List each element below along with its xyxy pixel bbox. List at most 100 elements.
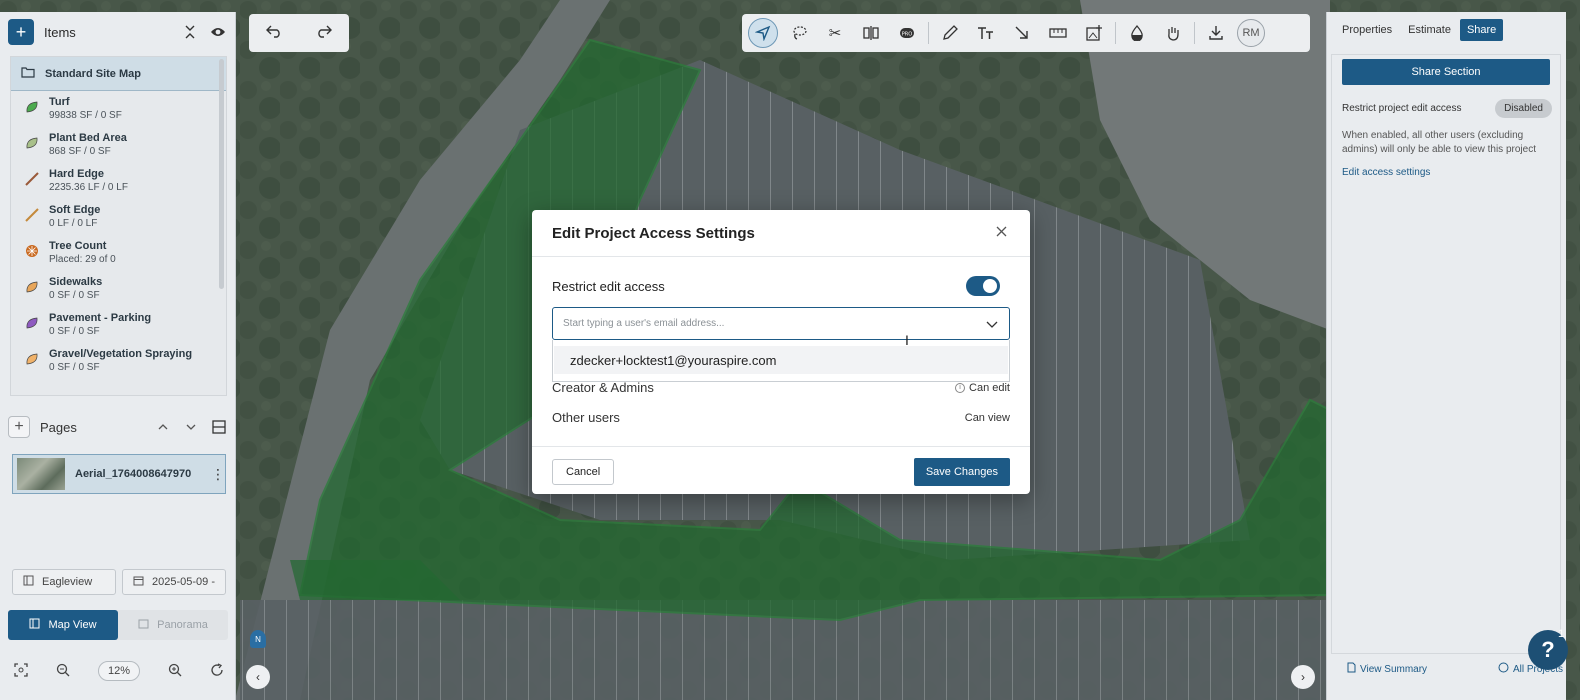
chevron-down-icon[interactable]	[985, 317, 999, 331]
more-options-icon[interactable]: ⋮	[211, 466, 225, 483]
user-avatar[interactable]: RM	[1237, 19, 1265, 47]
site-map-label: Standard Site Map	[45, 67, 141, 80]
panorama-button[interactable]: Panorama	[118, 610, 228, 640]
email-combobox[interactable]	[552, 307, 1010, 340]
list-item[interactable]: Sidewalks 0 SF / 0 SF	[11, 271, 226, 307]
plus-icon: +	[15, 21, 27, 42]
list-item[interactable]: Pavement - Parking 0 SF / 0 SF	[11, 307, 226, 343]
drawing-toolbar: ✂ PRO RM	[742, 14, 1310, 52]
rotate-icon[interactable]	[210, 662, 224, 680]
item-name: Soft Edge	[49, 204, 101, 216]
toolbar-divider	[1115, 22, 1116, 44]
creator-permission: i Can edit	[955, 382, 1010, 394]
imagery-source-button[interactable]: Eagleview	[12, 569, 116, 595]
email-input[interactable]	[563, 318, 985, 329]
ruler-icon[interactable]	[1043, 18, 1073, 48]
page-name: Aerial_1764008647970	[75, 468, 192, 480]
undo-icon[interactable]	[266, 24, 282, 43]
zoom-level[interactable]: 12%	[97, 661, 140, 681]
tab-share[interactable]: Share	[1459, 19, 1504, 41]
fit-screen-icon[interactable]	[14, 662, 28, 680]
select-tool-icon[interactable]	[748, 18, 778, 48]
imagery-date-button[interactable]: 2025-05-09 - 2	[122, 569, 226, 595]
item-shape-icon	[25, 240, 39, 261]
scissors-icon[interactable]: ✂	[820, 18, 850, 48]
map-view-button[interactable]: Map View	[8, 610, 118, 640]
item-name: Hard Edge	[49, 168, 105, 180]
other-permission-label: Can view	[964, 411, 1010, 424]
collapse-right-panel-button[interactable]: ›	[1291, 665, 1315, 689]
list-item[interactable]: Turf 99838 SF / 0 SF	[11, 91, 226, 127]
items-header: + Items	[0, 12, 235, 52]
restrict-edit-toggle[interactable]	[966, 276, 1000, 296]
item-measure: 2235.36 LF / 0 LF	[49, 182, 128, 193]
cancel-button[interactable]: Cancel	[552, 459, 615, 485]
download-icon[interactable]	[1201, 18, 1231, 48]
item-name: Tree Count	[49, 240, 107, 252]
items-title: Items	[44, 24, 76, 40]
restrict-label: Restrict project edit access	[1342, 103, 1462, 114]
zoom-out-icon[interactable]	[56, 663, 70, 680]
item-measure: Placed: 29 of 0	[49, 254, 116, 265]
list-item[interactable]: Hard Edge 2235.36 LF / 0 LF	[11, 163, 226, 199]
text-tool-icon[interactable]	[971, 18, 1001, 48]
map-view-label: Map View	[48, 619, 97, 631]
chevron-left-icon: ‹	[256, 670, 260, 684]
collapse-icon[interactable]	[181, 23, 199, 41]
item-name: Turf	[49, 96, 70, 108]
zoom-in-icon[interactable]	[168, 663, 182, 680]
add-image-icon[interactable]	[1079, 18, 1109, 48]
chevron-down-icon[interactable]	[182, 418, 200, 436]
lasso-tool-icon[interactable]	[784, 18, 814, 48]
pen-tool-icon[interactable]	[935, 18, 965, 48]
image-icon	[138, 619, 149, 632]
eye-icon[interactable]	[209, 23, 227, 41]
close-icon[interactable]	[992, 224, 1010, 242]
save-changes-button[interactable]: Save Changes	[913, 458, 1010, 486]
arrow-tool-icon[interactable]	[1007, 18, 1037, 48]
share-section-button[interactable]: Share Section	[1342, 59, 1550, 85]
other-permission-row: Other users Can view	[552, 410, 1010, 425]
map-icon	[29, 618, 40, 632]
item-text: Plant Bed Area 868 SF / 0 SF	[49, 132, 127, 158]
items-scrollbar[interactable]	[219, 59, 224, 289]
item-name: Pavement - Parking	[49, 312, 152, 324]
view-summary-label: View Summary	[1360, 663, 1428, 675]
item-text: Turf 99838 SF / 0 SF	[49, 96, 122, 122]
split-icon[interactable]	[856, 18, 886, 48]
edit-access-dialog: Edit Project Access Settings Restrict ed…	[532, 210, 1030, 494]
email-suggestions: zdecker+locktest1@youraspire.com	[552, 340, 1010, 382]
edit-access-link[interactable]: Edit access settings	[1342, 167, 1430, 178]
pro-ai-tool-icon[interactable]: PRO	[892, 18, 922, 48]
info-icon[interactable]: i	[955, 382, 966, 393]
dialog-footer: Cancel Save Changes	[532, 446, 1030, 494]
list-item[interactable]: Soft Edge 0 LF / 0 LF	[11, 199, 226, 235]
fill-icon[interactable]	[1122, 18, 1152, 48]
restrict-edit-row: Restrict edit access	[552, 276, 1000, 296]
email-suggestion-item[interactable]: zdecker+locktest1@youraspire.com	[554, 346, 1008, 374]
add-item-button[interactable]: +	[8, 19, 34, 45]
items-list[interactable]: Standard Site Map Turf 99838 SF / 0 SF P…	[10, 56, 227, 396]
site-map-header[interactable]: Standard Site Map	[11, 57, 226, 91]
plus-icon: +	[14, 418, 24, 435]
add-page-button[interactable]: +	[8, 416, 30, 438]
tab-estimate[interactable]: Estimate	[1401, 19, 1458, 41]
chevron-up-icon[interactable]	[154, 418, 172, 436]
other-users-label: Other users	[552, 410, 620, 425]
list-item[interactable]: Plant Bed Area 868 SF / 0 SF	[11, 127, 226, 163]
list-item[interactable]: Tree Count Placed: 29 of 0	[11, 235, 226, 271]
hand-pan-icon[interactable]	[1158, 18, 1188, 48]
collapse-left-panel-button[interactable]: ‹	[246, 665, 270, 689]
tab-properties[interactable]: Properties	[1335, 19, 1399, 41]
help-badge: 1	[1558, 628, 1565, 640]
view-summary-link[interactable]: View Summary	[1347, 662, 1427, 676]
item-text: Sidewalks 0 SF / 0 SF	[49, 276, 102, 302]
page-settings-icon[interactable]	[210, 418, 228, 436]
item-shape-icon	[25, 132, 39, 153]
creator-label: Creator & Admins	[552, 380, 654, 395]
redo-icon[interactable]	[316, 24, 332, 43]
list-item[interactable]: Gravel/Vegetation Spraying 0 SF / 0 SF	[11, 343, 226, 391]
restrict-edit-label: Restrict edit access	[552, 278, 665, 294]
page-card[interactable]: Aerial_1764008647970 ⋮	[12, 454, 226, 494]
pages-title: Pages	[40, 419, 77, 435]
